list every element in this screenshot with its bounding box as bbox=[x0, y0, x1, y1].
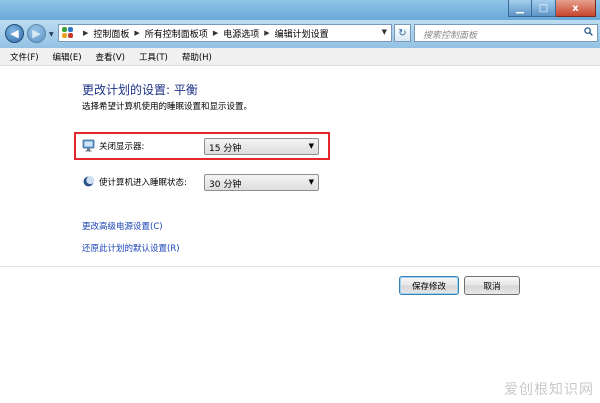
search-input[interactable]: 搜索控制面板 bbox=[414, 24, 598, 42]
watermark: 爱创根知识网 bbox=[504, 382, 594, 398]
menu-edit[interactable]: 编辑(E) bbox=[53, 51, 82, 63]
page-subtitle: 选择希望计算机使用的睡眠设置和显示设置。 bbox=[82, 102, 253, 112]
sleep-value: 30 分钟 bbox=[209, 180, 242, 190]
refresh-icon: ↻ bbox=[398, 27, 407, 39]
display-off-select[interactable]: 15 分钟 ▼ bbox=[204, 138, 319, 155]
menu-help[interactable]: 帮助(H) bbox=[182, 51, 212, 63]
chevron-down-icon: ▼ bbox=[308, 178, 314, 186]
control-panel-icon bbox=[62, 27, 75, 39]
main-content: 更改计划的设置: 平衡 选择希望计算机使用的睡眠设置和显示设置。 关闭显示器: … bbox=[0, 66, 600, 403]
menu-file[interactable]: 文件(F) bbox=[10, 51, 39, 63]
caption-buttons: ▁ □ x bbox=[508, 0, 596, 17]
arrow-right-icon: ▶ bbox=[32, 27, 41, 40]
address-dropdown-icon[interactable]: ▼ bbox=[382, 28, 387, 36]
arrow-left-icon: ◀ bbox=[10, 27, 19, 40]
breadcrumb-separator-icon: ▶ bbox=[134, 29, 140, 37]
menu-view[interactable]: 查看(V) bbox=[96, 51, 125, 63]
cancel-button[interactable]: 取消 bbox=[464, 276, 520, 295]
breadcrumb-separator-icon: ▶ bbox=[212, 29, 219, 37]
breadcrumb-control-panel[interactable]: 控制面板 bbox=[93, 27, 129, 40]
maximize-button[interactable]: □ bbox=[532, 0, 556, 17]
moon-icon bbox=[83, 176, 95, 187]
advanced-power-settings-link[interactable]: 更改高级电源设置(C) bbox=[82, 220, 163, 232]
window-titlebar: ▁ □ x bbox=[0, 0, 600, 20]
divider bbox=[0, 266, 600, 267]
refresh-button[interactable]: ↻ bbox=[394, 24, 411, 42]
chevron-down-icon: ▼ bbox=[308, 142, 314, 150]
back-button[interactable]: ◀ bbox=[5, 24, 24, 43]
menu-tools[interactable]: 工具(T) bbox=[139, 51, 168, 63]
breadcrumb-all-items[interactable]: 所有控制面板项 bbox=[145, 27, 208, 40]
recent-pages-dropdown[interactable]: ▼ bbox=[49, 31, 54, 38]
minimize-button[interactable]: ▁ bbox=[508, 0, 532, 17]
search-icon[interactable] bbox=[584, 27, 593, 36]
page-title: 更改计划的设置: 平衡 bbox=[82, 83, 198, 97]
address-bar[interactable]: ▶ 控制面板 ▶ 所有控制面板项 ▶ 电源选项 ▶ 编辑计划设置 ▼ bbox=[58, 24, 392, 42]
sleep-select[interactable]: 30 分钟 ▼ bbox=[204, 174, 319, 191]
save-button[interactable]: 保存修改 bbox=[399, 276, 459, 295]
display-off-value: 15 分钟 bbox=[209, 144, 242, 154]
restore-defaults-link[interactable]: 还原此计划的默认设置(R) bbox=[82, 242, 180, 254]
breadcrumb-separator-icon: ▶ bbox=[264, 29, 270, 37]
search-placeholder: 搜索控制面板 bbox=[423, 31, 478, 41]
monitor-icon bbox=[82, 139, 95, 152]
close-button[interactable]: x bbox=[556, 0, 596, 17]
breadcrumb-edit-plan[interactable]: 编辑计划设置 bbox=[275, 27, 329, 40]
menu-bar: 文件(F) 编辑(E) 查看(V) 工具(T) 帮助(H) bbox=[0, 48, 600, 66]
sleep-label: 使计算机进入睡眠状态: bbox=[99, 178, 187, 188]
navigation-bar: ◀ ▶ ▼ ▶ 控制面板 ▶ 所有控制面板项 ▶ 电源选项 ▶ 编辑计划设置 ▼… bbox=[0, 20, 600, 48]
breadcrumb-power-options[interactable]: 电源选项 bbox=[223, 27, 259, 40]
breadcrumb-separator-icon: ▶ bbox=[83, 29, 89, 37]
forward-button[interactable]: ▶ bbox=[27, 24, 46, 43]
display-off-label: 关闭显示器: bbox=[99, 142, 145, 152]
